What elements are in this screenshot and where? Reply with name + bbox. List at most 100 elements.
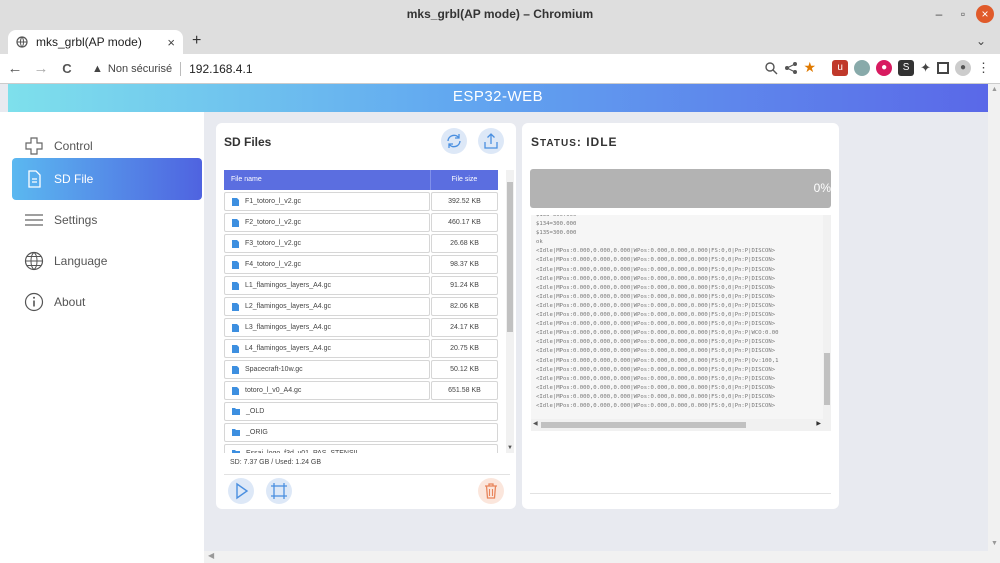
- tab-close-button[interactable]: ×: [167, 35, 175, 50]
- forward-button[interactable]: →: [30, 60, 52, 77]
- file-row[interactable]: F1_totoro_l_v2.gc 392.52 KB: [224, 192, 498, 211]
- zoom-icon[interactable]: [764, 61, 778, 75]
- file-name-cell[interactable]: L4_flamingos_layers_A4.gc: [224, 339, 430, 358]
- new-tab-button[interactable]: +: [192, 32, 201, 50]
- file-row[interactable]: F2_totoro_l_v2.gc 460.17 KB: [224, 213, 498, 232]
- file-row[interactable]: L4_flamingos_layers_A4.gc 20.75 KB: [224, 339, 498, 358]
- sidebar-item-label: Control: [54, 139, 93, 153]
- refresh-button[interactable]: [441, 128, 467, 154]
- console-line: <Idle|MPos:0.000,0.000,0.000|WPos:0.000,…: [536, 348, 776, 355]
- console-line: <Idle|MPos:0.000,0.000,0.000|WPos:0.000,…: [536, 330, 779, 337]
- app-title: ESP32-WEB: [452, 88, 544, 105]
- folder-name-cell[interactable]: Essai_logo_f3d_v01_PAS_STENSIL: [224, 444, 498, 453]
- file-row[interactable]: L2_flamingos_layers_A4.gc 82.06 KB: [224, 297, 498, 316]
- info-icon: [24, 292, 44, 312]
- folder-row[interactable]: _OLD: [224, 402, 498, 421]
- file-name-cell[interactable]: totoro_l_v0_A4.gc: [224, 381, 430, 400]
- console-line: <Idle|MPos:0.000,0.000,0.000|WPos:0.000,…: [536, 284, 776, 291]
- reload-button[interactable]: C: [56, 61, 78, 76]
- file-name: L1_flamingos_layers_A4.gc: [245, 282, 331, 289]
- share-icon[interactable]: [784, 61, 798, 75]
- scroll-right-arrow-icon[interactable]: ▶: [816, 420, 821, 427]
- page-horizontal-scrollbar[interactable]: ◀: [204, 551, 988, 563]
- security-indicator[interactable]: ▲ Non sécurisé: [92, 63, 172, 75]
- profile-avatar-icon[interactable]: ●: [955, 59, 971, 76]
- sidebar-item-about[interactable]: About: [12, 282, 202, 322]
- print-file-button[interactable]: [228, 478, 254, 504]
- extension-icon[interactable]: [854, 59, 871, 76]
- s-extension-icon[interactable]: S: [898, 59, 915, 76]
- maximize-button[interactable]: ▫: [954, 5, 972, 23]
- scroll-down-arrow-icon[interactable]: ▼: [991, 540, 998, 547]
- menu-icon: [25, 214, 43, 226]
- browser-tab[interactable]: mks_grbl(AP mode) ×: [8, 30, 183, 54]
- file-row[interactable]: totoro_l_v0_A4.gc 651.58 KB: [224, 381, 498, 400]
- scroll-left-arrow-icon[interactable]: ◀: [208, 551, 214, 560]
- console-output[interactable]: $133=300.000 $134=300.000 $135=300.000 ok <I…: [531, 215, 831, 431]
- file-icon: [232, 323, 239, 332]
- folder-name-cell[interactable]: _ORIG: [224, 423, 498, 442]
- kebab-menu-icon[interactable]: ⋮: [977, 60, 990, 76]
- file-name-cell[interactable]: Spacecraft-10w.gc: [224, 360, 430, 379]
- sidebar-item-language[interactable]: Language: [12, 241, 202, 281]
- file-icon: [232, 386, 239, 395]
- file-icon: [232, 197, 239, 206]
- delete-button[interactable]: [478, 478, 504, 504]
- scroll-up-arrow-icon[interactable]: ▲: [991, 86, 998, 93]
- frame-button[interactable]: [266, 478, 292, 504]
- folder-row[interactable]: _ORIG: [224, 423, 498, 442]
- sidepanel-icon[interactable]: [937, 61, 949, 74]
- scrollbar-thumb[interactable]: [541, 422, 746, 428]
- status-panel: STATUS: IDLE 0% $133=300.000 $134=300.000…: [522, 123, 839, 509]
- file-icon: [232, 344, 239, 353]
- trash-icon: [485, 483, 497, 499]
- puzzle-extensions-icon[interactable]: ✦: [920, 60, 931, 76]
- folder-row[interactable]: Essai_logo_f3d_v01_PAS_STENSIL: [224, 444, 498, 453]
- ublock-extension-icon[interactable]: u: [832, 59, 849, 76]
- file-row[interactable]: L1_flamingos_layers_A4.gc 91.24 KB: [224, 276, 498, 295]
- bookmark-star-icon[interactable]: ★: [804, 59, 817, 76]
- folder-icon: [232, 408, 240, 415]
- crop-frame-icon: [271, 483, 287, 499]
- folder-name-cell[interactable]: _OLD: [224, 402, 498, 421]
- file-name-cell[interactable]: L1_flamingos_layers_A4.gc: [224, 276, 430, 295]
- sidebar-item-sd-file[interactable]: SD File: [12, 158, 202, 200]
- file-name-cell[interactable]: L2_flamingos_layers_A4.gc: [224, 297, 430, 316]
- console-horizontal-scrollbar[interactable]: ◀ ▶: [531, 419, 831, 431]
- folder-name: _ORIG: [246, 429, 268, 436]
- scrollbar-thumb[interactable]: [824, 353, 830, 405]
- url-input[interactable]: 192.168.4.1: [189, 62, 252, 76]
- file-name: F3_totoro_l_v2.gc: [245, 240, 302, 247]
- sidebar-item-label: About: [54, 295, 86, 309]
- file-list-scrollbar[interactable]: ▼: [506, 170, 514, 453]
- record-extension-icon[interactable]: ●: [876, 59, 893, 76]
- file-name-cell[interactable]: F2_totoro_l_v2.gc: [224, 213, 430, 232]
- console-line: <Idle|MPos:0.000,0.000,0.000|WPos:0.000,…: [536, 384, 776, 391]
- scroll-down-arrow-icon[interactable]: ▼: [507, 445, 513, 451]
- column-header-name[interactable]: File name: [224, 170, 430, 190]
- scroll-left-arrow-icon[interactable]: ◀: [533, 420, 538, 427]
- upload-button[interactable]: [478, 128, 504, 154]
- back-button[interactable]: ←: [4, 60, 26, 77]
- tab-search-button[interactable]: ⌄: [976, 34, 986, 48]
- console-vertical-scrollbar[interactable]: [823, 215, 831, 419]
- file-row[interactable]: F3_totoro_l_v2.gc 26.68 KB: [224, 234, 498, 253]
- scrollbar-thumb[interactable]: [507, 182, 513, 332]
- sidebar-item-settings[interactable]: Settings: [12, 200, 202, 240]
- console-lines: $133=300.000 $134=300.000 $135=300.000 ok <I…: [536, 215, 778, 411]
- file-row[interactable]: Spacecraft-10w.gc 50.12 KB: [224, 360, 498, 379]
- minimize-button[interactable]: –: [930, 5, 948, 23]
- close-window-button[interactable]: ×: [976, 5, 994, 23]
- file-name-cell[interactable]: F1_totoro_l_v2.gc: [224, 192, 430, 211]
- file-name-cell[interactable]: F3_totoro_l_v2.gc: [224, 234, 430, 253]
- file-size-cell: 392.52 KB: [431, 192, 498, 211]
- column-header-size[interactable]: File size: [430, 170, 498, 190]
- security-label: Non sécurisé: [107, 62, 173, 75]
- file-size-cell: 26.68 KB: [431, 234, 498, 253]
- file-row[interactable]: L3_flamingos_layers_A4.gc 24.17 KB: [224, 318, 498, 337]
- file-icon: [232, 281, 239, 290]
- file-row[interactable]: F4_totoro_l_v2.gc 98.37 KB: [224, 255, 498, 274]
- page-vertical-scrollbar[interactable]: ▲ ▼: [988, 84, 1000, 563]
- file-name-cell[interactable]: F4_totoro_l_v2.gc: [224, 255, 430, 274]
- file-name-cell[interactable]: L3_flamingos_layers_A4.gc: [224, 318, 430, 337]
